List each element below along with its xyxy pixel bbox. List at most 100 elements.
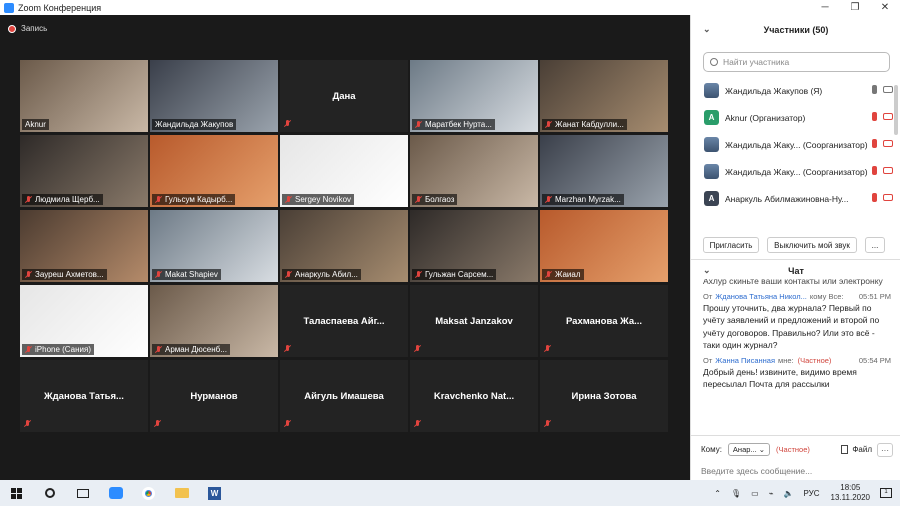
participant-tile[interactable]: Sergey Novikov: [280, 135, 408, 207]
muted-mic-icon: [284, 345, 291, 353]
participants-header: ⌄ Участники (50): [691, 15, 900, 45]
chat-more-button[interactable]: ···: [877, 443, 893, 457]
participant-tile[interactable]: Makat Shapiev: [150, 210, 278, 282]
participant-tile[interactable]: Ирина Зотова: [540, 360, 668, 432]
participant-tile[interactable]: Жданова Татья...: [20, 360, 148, 432]
maximize-button[interactable]: ❐: [840, 2, 870, 13]
participant-row[interactable]: Жандильда Жаку... (Соорганизатор): [691, 131, 900, 158]
chat-input[interactable]: Введите здесь сообщение...: [701, 466, 812, 476]
participant-tile[interactable]: Болгаоз: [410, 135, 538, 207]
participant-status-icons: [872, 85, 893, 94]
participant-name: Жаиал: [555, 270, 581, 279]
microphone-icon[interactable]: 🎙: [731, 489, 741, 498]
start-button[interactable]: [0, 480, 33, 506]
participant-row[interactable]: A Анаркуль Абилмажиновна-Ну...: [691, 185, 900, 212]
sender-name[interactable]: Жданова Татьяна Никол...: [715, 292, 807, 301]
sender-name[interactable]: Жанна Писанная: [715, 356, 775, 365]
participant-row[interactable]: Жандильда Жакупов (Я): [691, 77, 900, 104]
participant-name: Нурманов: [190, 390, 238, 402]
volume-icon[interactable]: 🔈: [784, 489, 794, 498]
explorer-taskbar-button[interactable]: [165, 480, 198, 506]
participant-tile[interactable]: Гульсум Кадырб...: [150, 135, 278, 207]
task-view-button[interactable]: [66, 480, 99, 506]
invite-button[interactable]: Пригласить: [703, 237, 759, 253]
participant-name-label: Анаркуль Абил...: [282, 269, 361, 280]
participant-tile[interactable]: Анаркуль Абил...: [280, 210, 408, 282]
participant-row[interactable]: A Aknur (Организатор): [691, 104, 900, 131]
search-button[interactable]: [33, 480, 66, 506]
message-time: 05:54 PM: [858, 355, 891, 365]
participant-name: Жданова Татья...: [44, 390, 124, 402]
participant-tile[interactable]: Людмила Щерб...: [20, 135, 148, 207]
more-participant-options-button[interactable]: ...: [865, 237, 885, 253]
participant-name: Makat Shapiev: [165, 270, 218, 279]
participant-tile[interactable]: Айгуль Имашева: [280, 360, 408, 432]
participant-tile[interactable]: iPhone (Сания): [20, 285, 148, 357]
avatar: [704, 137, 719, 152]
zoom-taskbar-button[interactable]: [99, 480, 132, 506]
notification-icon[interactable]: 1: [880, 488, 892, 498]
network-icon[interactable]: ⌁: [769, 489, 774, 498]
task-view-icon: [76, 488, 89, 498]
battery-icon[interactable]: ▭: [751, 489, 759, 498]
participant-tile[interactable]: Маратбек Нурта...: [410, 60, 538, 132]
clock[interactable]: 18:05 13.11.2020: [831, 483, 870, 503]
participant-name: Таласпаева Айг...: [303, 315, 385, 327]
participant-tile[interactable]: Жаиал: [540, 210, 668, 282]
windows-icon: [11, 487, 22, 499]
participant-name: Гульжан Сарсем...: [425, 270, 494, 279]
participant-name: Арман Дюсенб...: [165, 345, 227, 354]
muted-mic-icon: [155, 195, 162, 204]
participant-tile[interactable]: Maksat Janzakov: [410, 285, 538, 357]
mic-icon: [872, 112, 877, 121]
search-icon: [710, 58, 718, 66]
language-indicator[interactable]: РУС: [804, 489, 820, 498]
chrome-taskbar-button[interactable]: [132, 480, 165, 506]
chat-message-meta: От Жданова Татьяна Никол... кому Все: 05:51…: [691, 288, 900, 302]
chrome-icon: [142, 486, 155, 500]
participant-tile[interactable]: Таласпаева Айг...: [280, 285, 408, 357]
avatar: [704, 83, 719, 98]
recording-indicator[interactable]: Запись: [8, 24, 47, 33]
chevron-down-icon[interactable]: ⌄: [703, 24, 711, 35]
clock-time: 18:05: [840, 483, 861, 492]
mic-icon: [872, 166, 877, 175]
muted-mic-icon: [415, 195, 422, 204]
participant-search-input[interactable]: Найти участника: [703, 52, 890, 72]
minimize-button[interactable]: ─: [810, 2, 840, 13]
participant-scrollbar[interactable]: [894, 85, 898, 135]
participant-tile[interactable]: Зауреш Ахметов...: [20, 210, 148, 282]
muted-mic-icon: [285, 195, 292, 204]
participant-tile[interactable]: Aknur: [20, 60, 148, 132]
participant-tile[interactable]: Marzhan Myrzak...: [540, 135, 668, 207]
close-button[interactable]: ✕: [870, 2, 900, 13]
participant-tile[interactable]: Kravchenko Nat...: [410, 360, 538, 432]
recipient: мне:: [778, 355, 794, 365]
participant-tile[interactable]: Жанат Кабдулли...: [540, 60, 668, 132]
word-taskbar-button[interactable]: W: [198, 480, 231, 506]
muted-mic-icon: [155, 345, 162, 354]
participant-tile[interactable]: Нурманов: [150, 360, 278, 432]
muted-mic-icon: [284, 120, 291, 128]
participant-tile[interactable]: Гульжан Сарсем...: [410, 210, 538, 282]
participant-tile[interactable]: Рахманова Жа...: [540, 285, 668, 357]
participant-row[interactable]: Жандильда Жаку... (Соорганизатор): [691, 158, 900, 185]
chevron-up-icon[interactable]: ⌃: [714, 489, 721, 498]
participant-name: Рахманова Жа...: [565, 315, 643, 327]
muted-mic-icon: [544, 345, 551, 353]
participant-tile[interactable]: Арман Дюсенб...: [150, 285, 278, 357]
to-label: Кому:: [701, 445, 722, 454]
camera-icon: [883, 194, 893, 201]
muted-mic-icon: [415, 120, 422, 129]
participant-name: Маратбек Нурта...: [425, 120, 492, 129]
participant-tile[interactable]: Дана: [280, 60, 408, 132]
muted-mic-icon: [545, 270, 552, 279]
file-button[interactable]: Файл: [841, 445, 872, 454]
participant-status-icons: [872, 193, 893, 202]
participant-tile[interactable]: Жандильда Жакупов: [150, 60, 278, 132]
recipient-select[interactable]: Анар... ⌄: [727, 443, 771, 456]
participant-name-label: Sergey Novikov: [282, 194, 355, 205]
mute-me-button[interactable]: Выключить мой звук: [767, 237, 857, 253]
participant-name: Гульсум Кадырб...: [165, 195, 233, 204]
muted-mic-icon: [285, 270, 292, 279]
